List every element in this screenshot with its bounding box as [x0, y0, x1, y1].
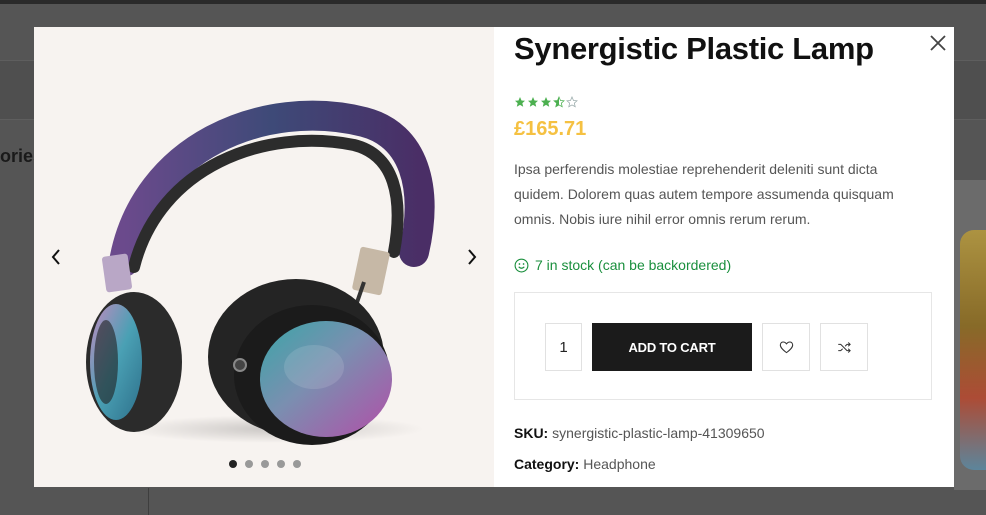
- star-icon: [541, 97, 551, 107]
- slide-dots: [229, 460, 301, 468]
- star-half-icon: [553, 96, 565, 108]
- quick-view-modal: Synergistic Plastic Lamp £165.71 Ipsa pe…: [34, 27, 954, 487]
- shuffle-icon: [837, 341, 851, 353]
- sku-row: SKU: synergistic-plastic-lamp-41309650: [514, 425, 765, 441]
- slide-dot-3[interactable]: [261, 460, 269, 468]
- product-gallery[interactable]: [34, 27, 494, 487]
- star-icon: [528, 97, 538, 107]
- heart-icon: [779, 341, 793, 354]
- background-grid: [148, 488, 849, 515]
- product-image: [86, 100, 435, 445]
- star-icon: [515, 97, 525, 107]
- chevron-left-icon: [51, 249, 60, 265]
- category-link[interactable]: Headphone: [583, 456, 655, 472]
- stock-text: 7 in stock (can be backordered): [535, 257, 732, 273]
- background-product-card: [954, 180, 986, 490]
- product-info: Synergistic Plastic Lamp £165.71 Ipsa pe…: [514, 27, 934, 487]
- star-rating[interactable]: [514, 96, 578, 108]
- star-empty-icon: [566, 96, 578, 108]
- prev-slide-button[interactable]: [46, 247, 66, 267]
- product-price: £165.71: [514, 118, 587, 140]
- add-to-cart-panel: ADD TO CART: [514, 292, 932, 400]
- add-to-cart-button[interactable]: ADD TO CART: [592, 323, 752, 371]
- stock-status: 7 in stock (can be backordered): [514, 257, 731, 273]
- category-label: Category:: [514, 456, 580, 472]
- background-product-image: [960, 230, 986, 470]
- quantity-input[interactable]: [545, 323, 582, 371]
- sku-value: synergistic-plastic-lamp-41309650: [552, 425, 765, 441]
- slide-dot-2[interactable]: [245, 460, 253, 468]
- slide-dot-5[interactable]: [293, 460, 301, 468]
- top-bar: [0, 0, 986, 4]
- sku-label: SKU:: [514, 425, 549, 441]
- product-description: Ipsa perferendis molestiae reprehenderit…: [514, 161, 894, 227]
- slide-dot-1[interactable]: [229, 460, 237, 468]
- category-row: Category: Headphone: [514, 456, 656, 472]
- smiley-icon: [514, 258, 529, 272]
- compare-button[interactable]: [820, 323, 868, 371]
- product-title: Synergistic Plastic Lamp: [514, 31, 874, 66]
- wishlist-button[interactable]: [762, 323, 810, 371]
- next-slide-button[interactable]: [462, 247, 482, 267]
- chevron-right-icon: [468, 249, 477, 265]
- slide-dot-4[interactable]: [277, 460, 285, 468]
